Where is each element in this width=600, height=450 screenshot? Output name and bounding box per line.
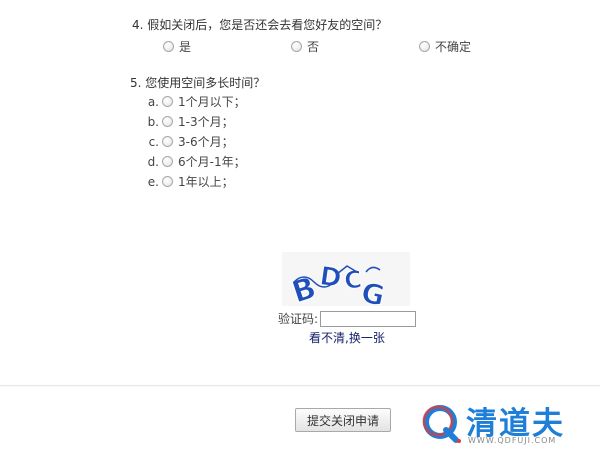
radio-button[interactable] xyxy=(162,116,173,127)
q5-option-e[interactable]: e. 1年以上； xyxy=(147,173,234,190)
option-letter: d. xyxy=(147,154,159,169)
q4-option-no[interactable]: 否 xyxy=(291,38,319,55)
radio-button[interactable] xyxy=(162,156,173,167)
q4-option-unsure-label: 不确定 xyxy=(435,40,472,54)
captcha-image[interactable]: B D C G xyxy=(282,252,410,313)
q5-option-d[interactable]: d. 6个月-1年； xyxy=(147,153,246,170)
watermark-logo: 清道夫 WWW.QDFUJI.COM xyxy=(418,398,596,448)
option-letter: b. xyxy=(147,114,159,129)
option-letter: a. xyxy=(147,94,159,109)
radio-button[interactable] xyxy=(291,41,302,52)
captcha-input[interactable] xyxy=(320,310,417,327)
radio-button[interactable] xyxy=(163,41,174,52)
radio-button[interactable] xyxy=(162,96,173,107)
q5-option-e-label: 1年以上； xyxy=(178,175,234,189)
svg-text:D: D xyxy=(318,261,344,294)
radio-button[interactable] xyxy=(419,41,430,52)
radio-button[interactable] xyxy=(162,136,173,147)
question-5-title: 5. 您使用空间多长时间？ xyxy=(130,76,266,90)
q5-option-b-label: 1-3个月； xyxy=(178,115,234,129)
q4-option-unsure[interactable]: 不确定 xyxy=(419,38,471,55)
captcha-graphic: B D C G xyxy=(282,252,410,313)
q5-option-a-label: 1个月以下； xyxy=(178,95,246,109)
q5-option-c[interactable]: c. 3-6个月； xyxy=(147,133,234,150)
captcha-row: 验证码: xyxy=(278,310,417,327)
radio-button[interactable] xyxy=(162,176,173,187)
watermark-url: WWW.QDFUJI.COM xyxy=(468,436,557,445)
captcha-label: 验证码: xyxy=(278,312,319,326)
refresh-captcha-link[interactable]: 看不清,换一张 xyxy=(309,329,385,346)
q5-option-b[interactable]: b. 1-3个月； xyxy=(147,113,234,130)
close-space-survey-page: 4. 假如关闭后，您是否还会去看您好友的空间？ 是 否 不确定 5. 您使用空间… xyxy=(0,0,600,450)
q4-option-yes[interactable]: 是 xyxy=(163,38,191,55)
q5-option-c-label: 3-6个月； xyxy=(178,135,234,149)
option-letter: e. xyxy=(147,174,159,189)
option-letter: c. xyxy=(148,134,159,149)
q4-option-no-label: 否 xyxy=(307,40,320,54)
q4-option-yes-label: 是 xyxy=(179,40,192,54)
question-4-title: 4. 假如关闭后，您是否还会去看您好友的空间？ xyxy=(132,18,388,32)
divider xyxy=(0,385,600,387)
qdf-logo-icon xyxy=(422,405,461,443)
q5-option-d-label: 6个月-1年； xyxy=(178,155,246,169)
q5-option-a[interactable]: a. 1个月以下； xyxy=(147,93,246,110)
submit-close-request-button[interactable]: 提交关闭申请 xyxy=(295,408,391,432)
